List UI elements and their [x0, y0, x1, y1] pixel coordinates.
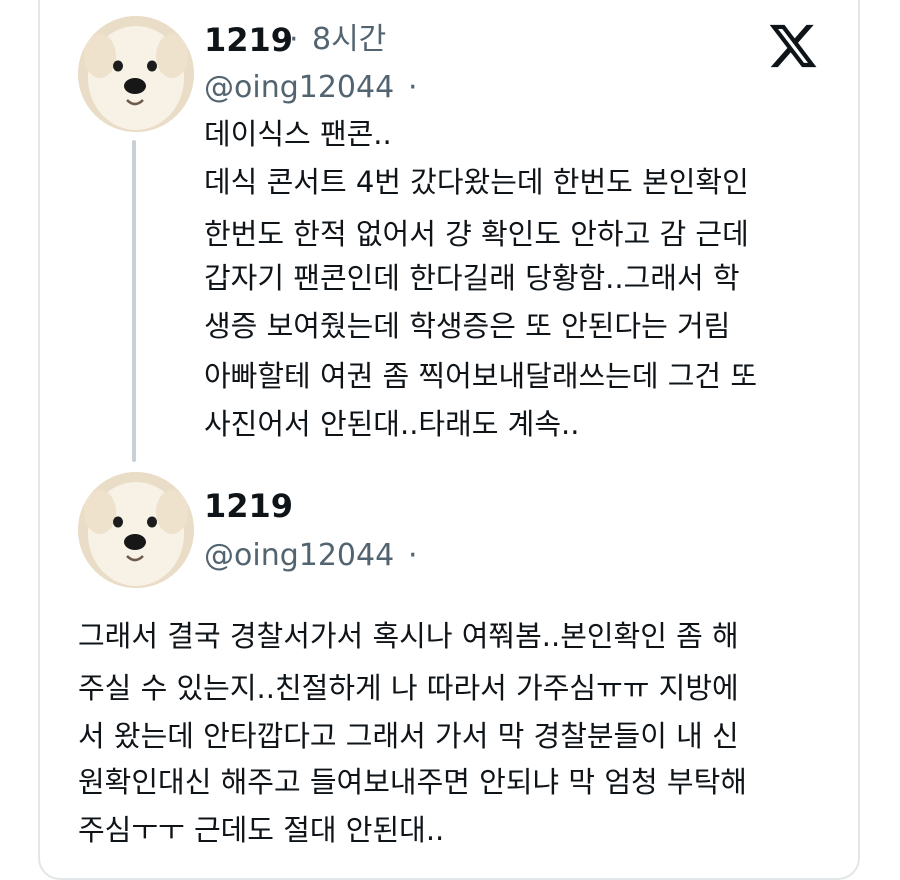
avatar[interactable]	[78, 472, 194, 588]
display-name[interactable]: 1219	[204, 20, 293, 60]
handle-separator: ·	[408, 70, 418, 105]
tweet-text-line: 그래서 결국 경찰서가서 혹시나 여쭤봄..본인확인 좀 해	[78, 619, 739, 653]
handle-separator: ·	[408, 538, 418, 573]
thread-connector	[132, 140, 136, 462]
tweet-text-line: 갑자기 팬콘인데 한다길래 당황함..그래서 학	[204, 261, 740, 295]
tweet-text-line: 데식 콘서트 4번 갔다왔는데 한번도 본인확인	[204, 165, 749, 199]
timestamp[interactable]: 8시간	[312, 20, 386, 60]
tweet-text-line: 데이식스 팬콘..	[204, 117, 392, 151]
puppy-avatar-icon	[78, 16, 194, 132]
tweet-text-line: 서 왔는데 안타깝다고 그래서 가서 막 경찰분들이 내 신	[78, 719, 739, 753]
display-name[interactable]: 1219	[204, 486, 293, 526]
tweet-text-line: 주실 수 있는지..친절하게 나 따라서 가주심ㅠㅠ 지방에	[78, 671, 739, 705]
puppy-avatar-icon	[78, 472, 194, 588]
user-handle[interactable]: @oing12044	[204, 536, 394, 576]
tweet-text-line: 사진어서 안된대..타래도 계속..	[204, 407, 580, 441]
tweet-text-line: 아빠할테 여권 좀 찍어보내달래쓰는데 그건 또	[204, 359, 758, 393]
tweet-text-line: 한번도 한적 없어서 걍 확인도 안하고 감 근데	[204, 217, 749, 251]
user-handle[interactable]: @oing12044	[204, 68, 394, 108]
tweet-text-line: 원확인대신 해주고 들여보내주면 안되냐 막 엄청 부탁해	[78, 765, 747, 799]
x-logo-icon[interactable]	[766, 20, 820, 72]
tweet-text-line: 생증 보여줬는데 학생증은 또 안된다는 거림	[204, 309, 731, 343]
avatar[interactable]	[78, 16, 194, 132]
time-separator: ·	[289, 22, 299, 57]
tweet-text-line: 주심ㅜㅜ 근데도 절대 안된대..	[78, 813, 445, 847]
